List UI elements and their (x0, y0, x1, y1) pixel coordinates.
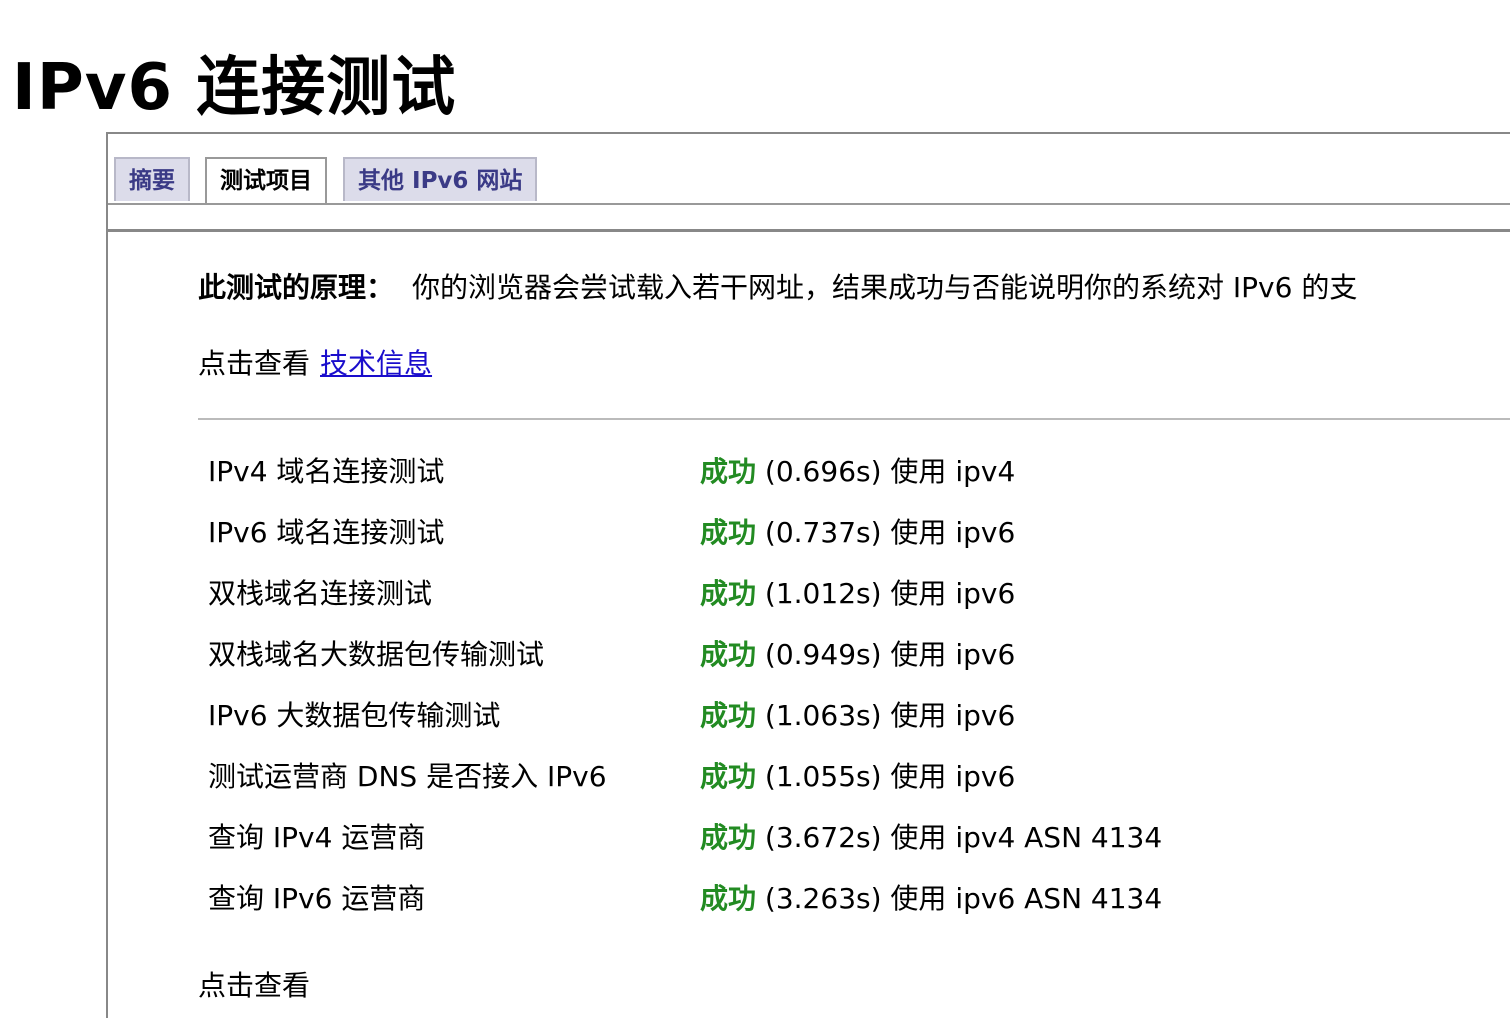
test-name: IPv6 大数据包传输测试 (208, 699, 501, 732)
section-divider (108, 229, 1510, 232)
tab-other-ipv6-sites[interactable]: 其他 IPv6 网站 (343, 157, 538, 201)
tab-summary[interactable]: 摘要 (114, 157, 190, 201)
test-name: IPv6 域名连接测试 (208, 516, 445, 549)
test-result: 成功 (1.063s) 使用 ipv6 (700, 688, 1015, 744)
techinfo-prefix: 点击查看 (198, 347, 311, 380)
table-row: 查询 IPv4 运营商 成功 (3.672s) 使用 ipv4 ASN 4134 (208, 810, 1508, 871)
page-title: IPv6 连接测试 (12, 51, 457, 125)
table-row: 测试运营商 DNS 是否接入 IPv6 成功 (1.055s) 使用 ipv6 (208, 749, 1508, 810)
principle-label: 此测试的原理： (198, 271, 395, 304)
techinfo-line: 点击查看 技术信息 (198, 342, 432, 386)
test-result: 成功 (3.672s) 使用 ipv4 ASN 4134 (700, 810, 1162, 866)
test-result: 成功 (1.012s) 使用 ipv6 (700, 566, 1015, 622)
tab-test-items[interactable]: 测试项目 (205, 157, 327, 204)
table-row: 查询 IPv6 运营商 成功 (3.263s) 使用 ipv6 ASN 4134 (208, 871, 1508, 932)
footer-text: 点击查看 (198, 969, 311, 1002)
result-detail: (3.263s) 使用 ipv6 ASN 4134 (764, 882, 1163, 915)
status-success: 成功 (700, 882, 757, 915)
test-result: 成功 (0.737s) 使用 ipv6 (700, 505, 1015, 561)
table-row: IPv4 域名连接测试 成功 (0.696s) 使用 ipv4 (208, 444, 1508, 505)
test-name: 查询 IPv4 运营商 (208, 821, 426, 854)
result-detail: (0.949s) 使用 ipv6 (764, 638, 1016, 671)
test-result: 成功 (3.263s) 使用 ipv6 ASN 4134 (700, 871, 1162, 927)
techinfo-link[interactable]: 技术信息 (320, 347, 432, 380)
result-detail: (1.063s) 使用 ipv6 (764, 699, 1016, 732)
result-detail: (0.737s) 使用 ipv6 (764, 516, 1016, 549)
test-name: 双栈域名连接测试 (208, 577, 433, 610)
table-row: IPv6 域名连接测试 成功 (0.737s) 使用 ipv6 (208, 505, 1508, 566)
tab-divider (108, 203, 1510, 205)
status-success: 成功 (700, 638, 757, 671)
test-result: 成功 (0.949s) 使用 ipv6 (700, 627, 1015, 683)
test-name: 双栈域名大数据包传输测试 (208, 638, 545, 671)
table-row: IPv6 大数据包传输测试 成功 (1.063s) 使用 ipv6 (208, 688, 1508, 749)
table-row: 双栈域名连接测试 成功 (1.012s) 使用 ipv6 (208, 566, 1508, 627)
status-success: 成功 (700, 455, 757, 488)
status-success: 成功 (700, 516, 757, 549)
result-detail: (1.055s) 使用 ipv6 (764, 760, 1016, 793)
status-success: 成功 (700, 760, 757, 793)
test-name: 查询 IPv6 运营商 (208, 882, 426, 915)
test-result: 成功 (1.055s) 使用 ipv6 (700, 749, 1015, 805)
test-name: 测试运营商 DNS 是否接入 IPv6 (208, 760, 607, 793)
status-success: 成功 (700, 821, 757, 854)
test-result: 成功 (0.696s) 使用 ipv4 (700, 444, 1015, 500)
principle-paragraph: 此测试的原理： 你的浏览器会尝试载入若干网址，结果成功与否能说明你的系统对 IPv… (198, 266, 1357, 310)
result-detail: (0.696s) 使用 ipv4 (764, 455, 1016, 488)
status-success: 成功 (700, 577, 757, 610)
result-detail: (1.012s) 使用 ipv6 (764, 577, 1016, 610)
status-success: 成功 (700, 699, 757, 732)
table-row: 双栈域名大数据包传输测试 成功 (0.949s) 使用 ipv6 (208, 627, 1508, 688)
result-detail: (3.672s) 使用 ipv4 ASN 4134 (764, 821, 1163, 854)
horizontal-rule (198, 418, 1510, 420)
principle-text: 你的浏览器会尝试载入若干网址，结果成功与否能说明你的系统对 IPv6 的支 (412, 271, 1358, 304)
test-name: IPv4 域名连接测试 (208, 455, 445, 488)
